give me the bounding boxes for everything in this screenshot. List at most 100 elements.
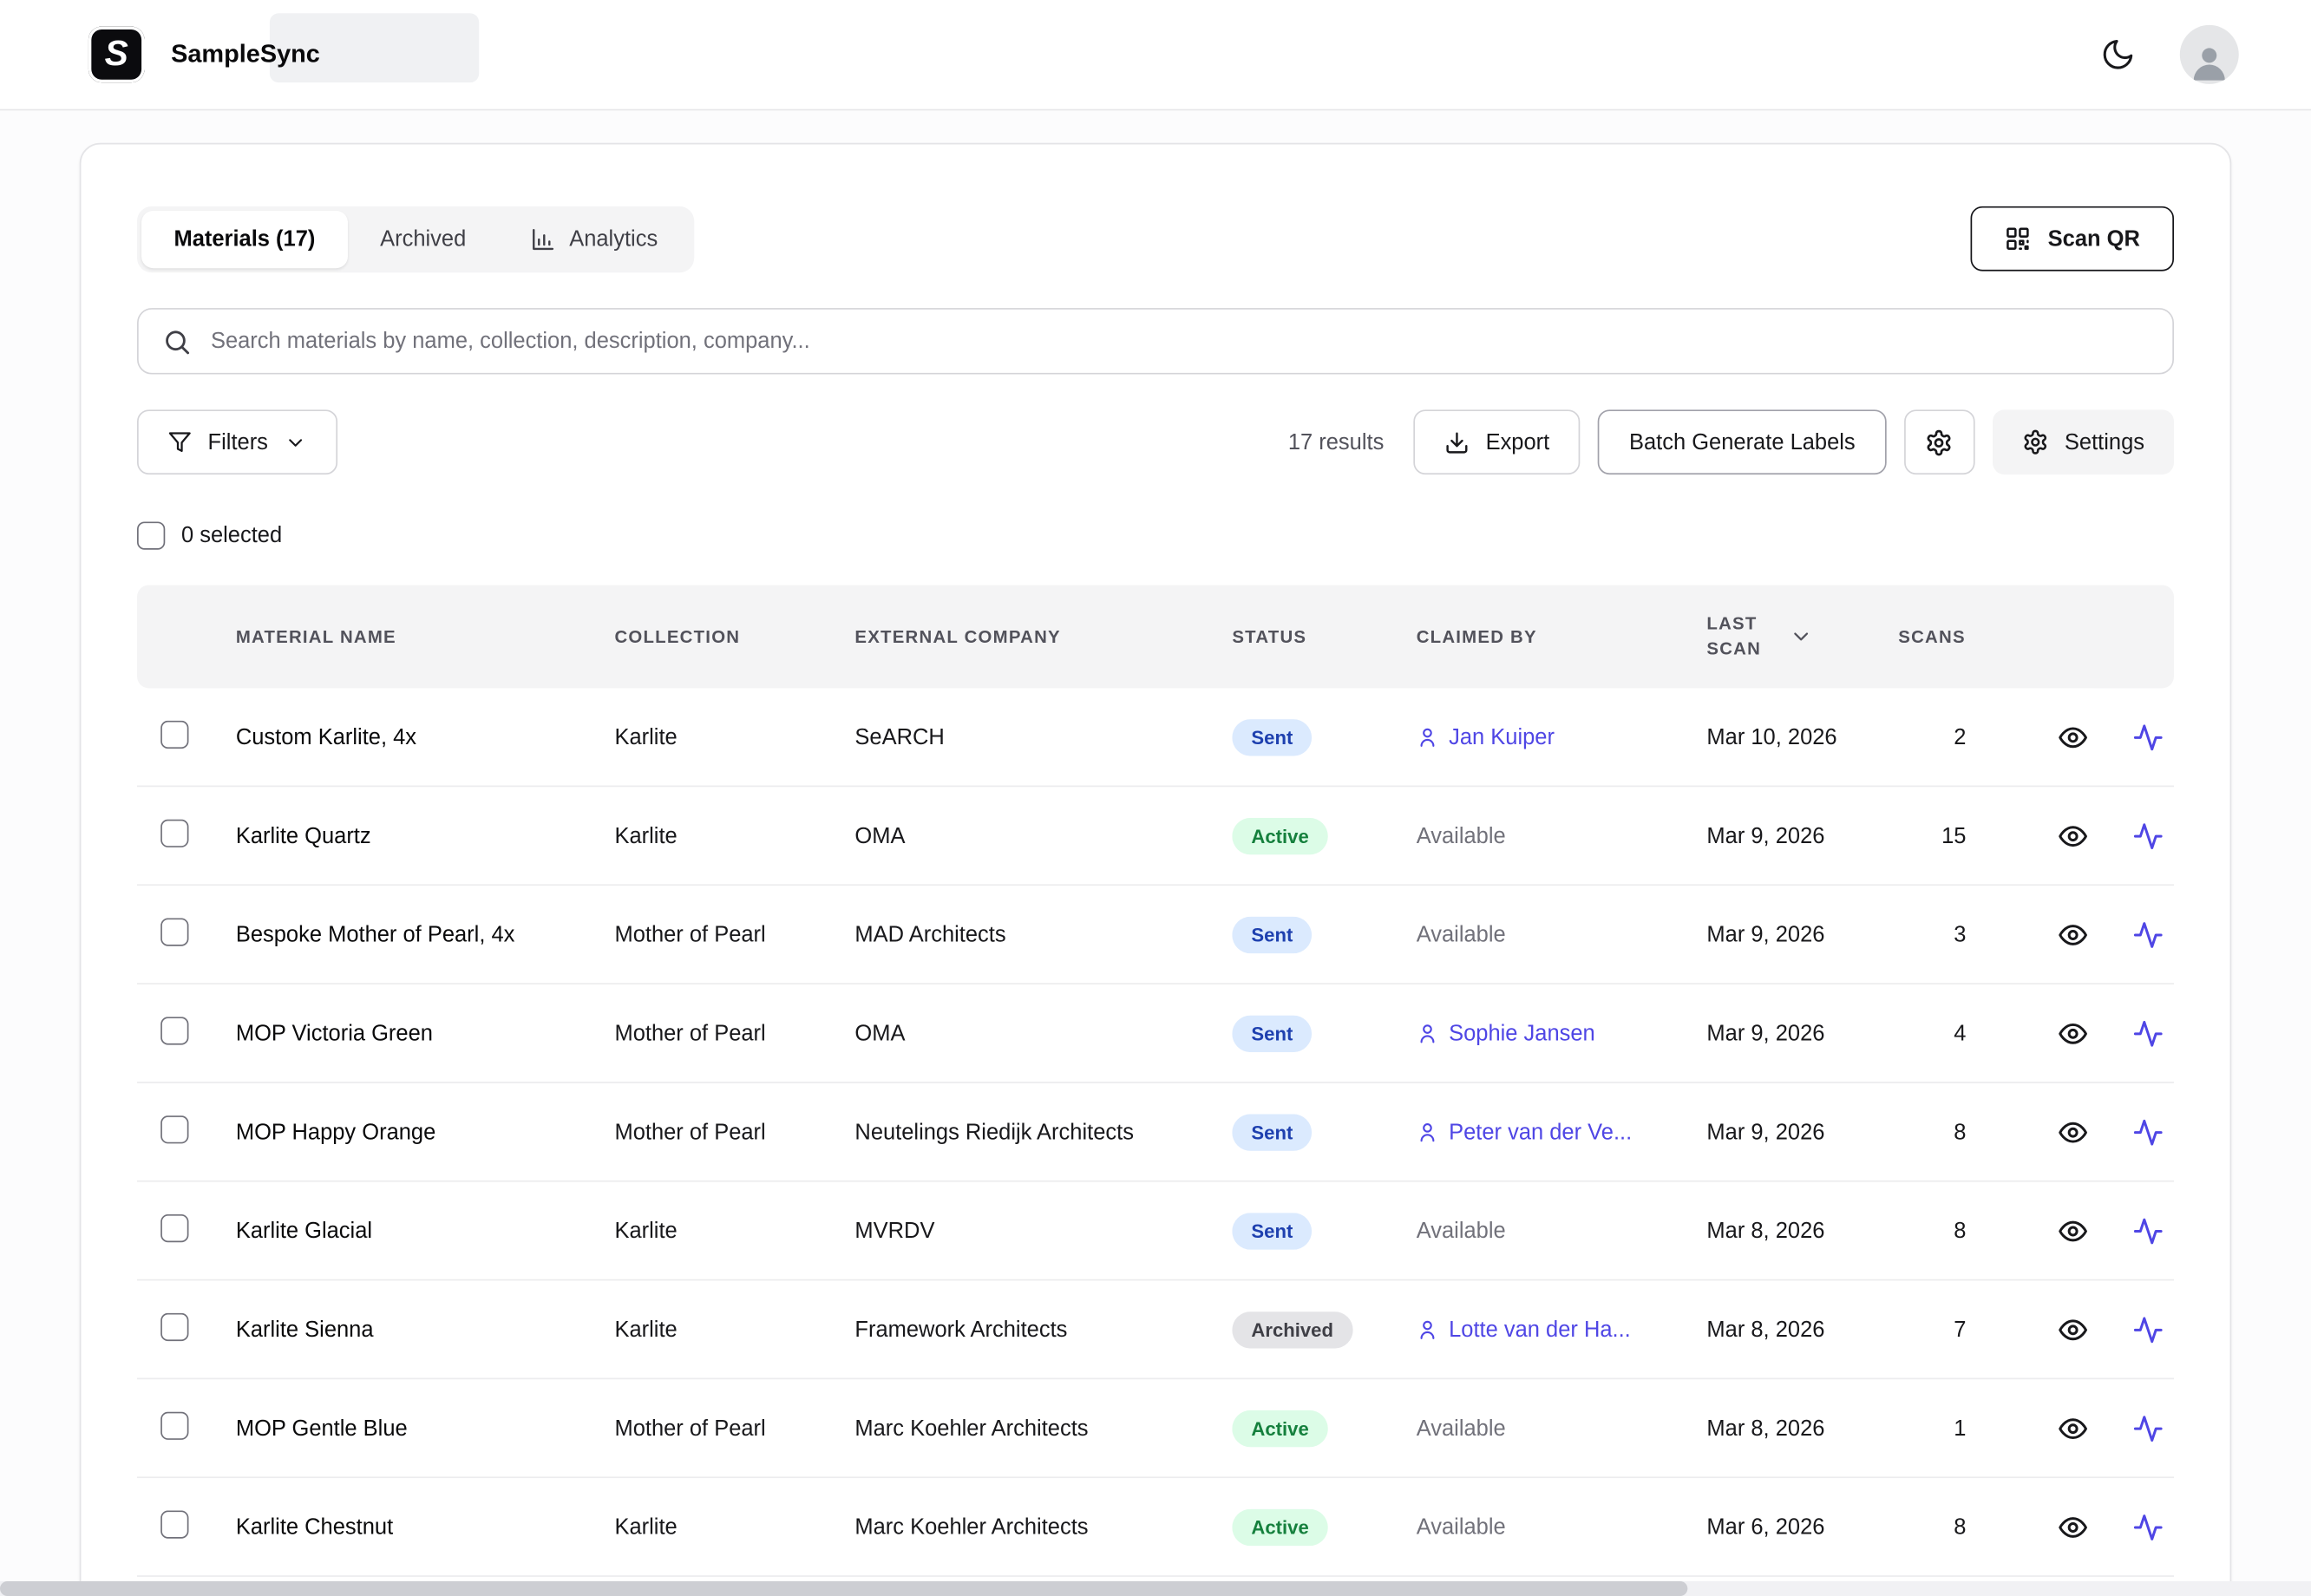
search-input[interactable] xyxy=(211,329,2149,354)
status-cell: Active xyxy=(1232,817,1416,854)
view-button[interactable] xyxy=(2058,820,2089,851)
avatar-person-icon xyxy=(2187,40,2231,84)
status-badge: Sent xyxy=(1232,1212,1312,1248)
filters-button[interactable]: Filters xyxy=(137,409,337,474)
view-button[interactable] xyxy=(2058,722,2089,753)
status-cell: Sent xyxy=(1232,718,1416,755)
col-claimed-by[interactable]: CLAIMED BY xyxy=(1417,626,1707,647)
claimed-by-label[interactable]: Peter van der Ve... xyxy=(1449,1119,1632,1144)
col-scans[interactable]: SCANS xyxy=(1898,626,1987,647)
collection-cell: Karlite xyxy=(614,823,854,848)
activity-button[interactable] xyxy=(2132,1215,2164,1246)
claimed-by-cell: Jan Kuiper xyxy=(1417,724,1707,749)
activity-button[interactable] xyxy=(2132,1116,2164,1148)
view-button[interactable] xyxy=(2058,1511,2089,1542)
table-row: MOP Happy Orange Mother of Pearl Neuteli… xyxy=(137,1083,2174,1182)
activity-button[interactable] xyxy=(2132,919,2164,950)
settings-button[interactable]: Settings xyxy=(1993,409,2174,474)
qr-code-icon xyxy=(2005,226,2032,252)
activity-button[interactable] xyxy=(2132,1412,2164,1443)
view-button[interactable] xyxy=(2058,1215,2089,1246)
claimed-by-label: Available xyxy=(1417,1416,1506,1441)
status-cell: Sent xyxy=(1232,1212,1416,1248)
activity-button[interactable] xyxy=(2132,820,2164,851)
eye-icon xyxy=(2058,1215,2089,1246)
col-collection[interactable]: COLLECTION xyxy=(614,626,854,647)
settings-icon-button[interactable] xyxy=(1904,409,1975,474)
col-status[interactable]: STATUS xyxy=(1232,626,1416,647)
view-button[interactable] xyxy=(2058,919,2089,950)
row-checkbox[interactable] xyxy=(160,720,188,748)
row-checkbox[interactable] xyxy=(160,1213,188,1241)
theme-toggle-button[interactable] xyxy=(2088,25,2147,84)
tab-archived[interactable]: Archived xyxy=(348,211,499,268)
tab-analytics[interactable]: Analytics xyxy=(499,211,691,268)
row-checkbox[interactable] xyxy=(160,1115,188,1142)
page: S SampleSync Materials (17) Archived Ana… xyxy=(0,0,2311,1596)
brand: S SampleSync xyxy=(88,27,320,83)
status-cell: Archived xyxy=(1232,1311,1416,1347)
scans-cell: 8 xyxy=(1898,1119,1987,1144)
claimed-by-cell: Available xyxy=(1417,823,1707,848)
last-scan-cell: Mar 8, 2026 xyxy=(1706,1317,1898,1342)
eye-icon xyxy=(2058,1314,2089,1345)
export-button[interactable]: Export xyxy=(1413,409,1581,474)
material-name: Karlite Quartz xyxy=(236,823,615,848)
row-checkbox[interactable] xyxy=(160,819,188,847)
select-all-checkbox[interactable] xyxy=(137,521,165,549)
chevron-down-icon xyxy=(285,431,306,453)
activity-button[interactable] xyxy=(2132,1314,2164,1345)
toolbar: Filters 17 results Export Batch Generate… xyxy=(137,409,2174,474)
user-avatar[interactable] xyxy=(2180,25,2239,84)
table-row: MOP Gentle Blue Mother of Pearl Marc Koe… xyxy=(137,1379,2174,1478)
view-button[interactable] xyxy=(2058,1412,2089,1443)
status-badge: Sent xyxy=(1232,1114,1312,1150)
status-badge: Active xyxy=(1232,1410,1327,1446)
status-cell: Sent xyxy=(1232,1015,1416,1051)
view-button[interactable] xyxy=(2058,1017,2089,1049)
material-name: Karlite Sienna xyxy=(236,1317,615,1342)
scans-cell: 1 xyxy=(1898,1416,1987,1441)
row-checkbox[interactable] xyxy=(160,1510,188,1538)
selection-count: 0 selected xyxy=(181,523,282,548)
app-logo: S xyxy=(88,27,145,83)
table-header: MATERIAL NAME COLLECTION EXTERNAL COMPAN… xyxy=(137,585,2174,688)
col-last-scan[interactable]: LAST SCAN xyxy=(1706,611,1898,662)
horizontal-scrollbar[interactable] xyxy=(0,1581,2311,1596)
eye-icon xyxy=(2058,919,2089,950)
view-button[interactable] xyxy=(2058,1116,2089,1148)
material-name: MOP Happy Orange xyxy=(236,1119,615,1144)
row-checkbox[interactable] xyxy=(160,1411,188,1439)
tab-materials[interactable]: Materials (17) xyxy=(141,211,348,268)
funnel-icon xyxy=(168,430,192,454)
activity-icon xyxy=(2132,919,2164,950)
claimed-by-cell: Available xyxy=(1417,922,1707,947)
last-scan-cell: Mar 8, 2026 xyxy=(1706,1218,1898,1243)
table-row: Custom Karlite, 4x Karlite SeARCH Sent J… xyxy=(137,688,2174,787)
col-external-company[interactable]: EXTERNAL COMPANY xyxy=(854,626,1232,647)
view-button[interactable] xyxy=(2058,1314,2089,1345)
scans-cell: 15 xyxy=(1898,823,1987,848)
claimed-by-label[interactable]: Jan Kuiper xyxy=(1449,724,1555,749)
claimed-by-label[interactable]: Sophie Jansen xyxy=(1449,1021,1595,1046)
row-checkbox[interactable] xyxy=(160,918,188,945)
eye-icon xyxy=(2058,820,2089,851)
materials-table: MATERIAL NAME COLLECTION EXTERNAL COMPAN… xyxy=(137,585,2174,1576)
col-material-name[interactable]: MATERIAL NAME xyxy=(236,626,615,647)
claimed-by-cell: Peter van der Ve... xyxy=(1417,1119,1707,1144)
scan-qr-button[interactable]: Scan QR xyxy=(1971,206,2174,271)
activity-button[interactable] xyxy=(2132,1017,2164,1049)
company-cell: OMA xyxy=(854,823,1232,848)
claimed-by-label[interactable]: Lotte van der Ha... xyxy=(1449,1317,1631,1342)
row-checkbox[interactable] xyxy=(160,1016,188,1043)
last-scan-cell: Mar 9, 2026 xyxy=(1706,1119,1898,1144)
collection-cell: Karlite xyxy=(614,1514,854,1540)
row-checkbox[interactable] xyxy=(160,1312,188,1340)
batch-generate-labels-button[interactable]: Batch Generate Labels xyxy=(1598,409,1886,474)
scans-cell: 3 xyxy=(1898,922,1987,947)
scans-cell: 8 xyxy=(1898,1218,1987,1243)
activity-button[interactable] xyxy=(2132,1511,2164,1542)
scrollbar-thumb[interactable] xyxy=(0,1581,1687,1596)
activity-button[interactable] xyxy=(2132,722,2164,753)
activity-icon xyxy=(2132,1116,2164,1148)
